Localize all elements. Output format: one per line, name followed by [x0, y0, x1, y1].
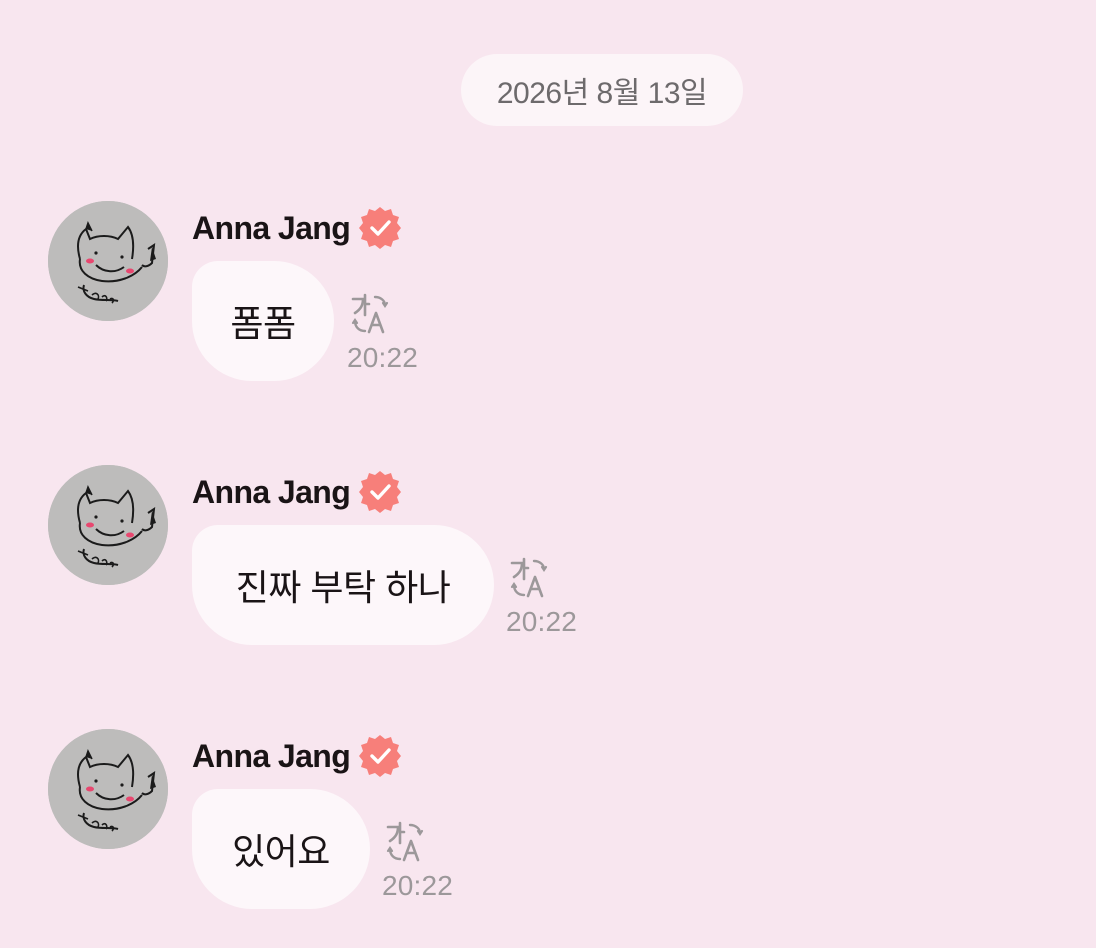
date-separator: 2026년 8월 13일 — [461, 54, 743, 126]
message-time: 20:22 — [506, 606, 578, 637]
message-text: 있어요 — [232, 831, 330, 872]
verified-badge-icon — [356, 204, 404, 252]
message-bubble[interactable]: 있어요 — [192, 789, 370, 909]
sender-row: Anna Jang — [192, 732, 404, 780]
sender-name[interactable]: Anna Jang — [192, 210, 351, 247]
message-text: 폼폼 — [230, 303, 296, 344]
chat-screen: 2026년 8월 13일 Anna Jang 폼폼 20:22 Anna Jan… — [0, 0, 1096, 948]
sender-row: Anna Jang — [192, 204, 404, 252]
verified-badge-icon — [356, 468, 404, 516]
translate-icon[interactable] — [506, 555, 550, 599]
translate-icon[interactable] — [347, 291, 391, 335]
sender-row: Anna Jang — [192, 468, 404, 516]
cat-doodle-avatar[interactable] — [48, 465, 168, 585]
verified-badge-icon — [356, 732, 404, 780]
message-text: 진짜 부탁 하나 — [235, 567, 451, 608]
message-item: Anna Jang 폼폼 20:22 — [0, 200, 1096, 390]
cat-doodle-avatar[interactable] — [48, 201, 168, 321]
translate-icon[interactable] — [382, 819, 426, 863]
message-item: Anna Jang 있어요 20:22 — [0, 728, 1096, 918]
message-bubble[interactable]: 진짜 부탁 하나 — [192, 525, 494, 645]
cat-doodle-avatar[interactable] — [48, 729, 168, 849]
sender-name[interactable]: Anna Jang — [192, 474, 351, 511]
message-item: Anna Jang 진짜 부탁 하나 20:22 — [0, 464, 1096, 654]
message-time: 20:22 — [347, 342, 419, 373]
message-bubble[interactable]: 폼폼 — [192, 261, 334, 381]
message-time: 20:22 — [382, 870, 454, 901]
sender-name[interactable]: Anna Jang — [192, 738, 351, 775]
